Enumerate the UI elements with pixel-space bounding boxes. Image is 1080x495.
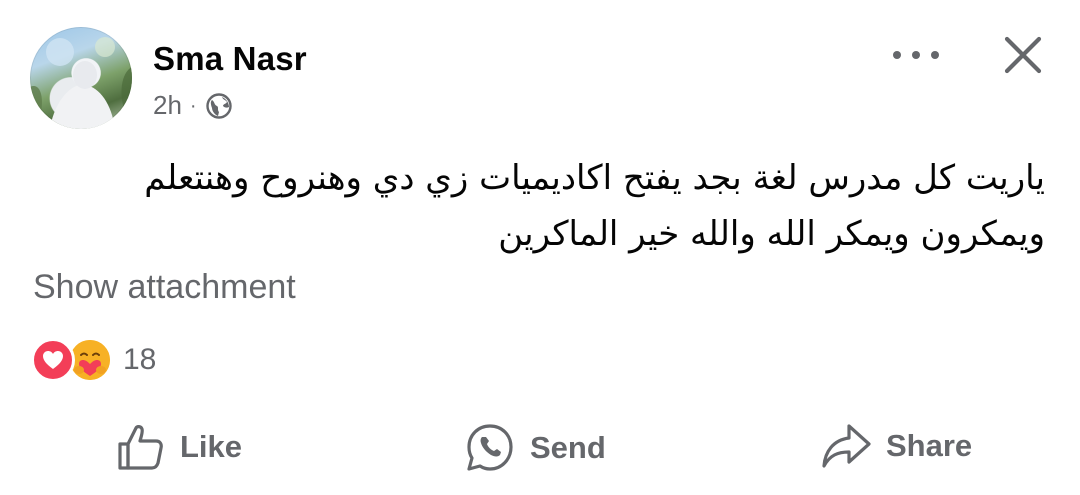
reactions-summary[interactable]: 18 [31, 337, 156, 383]
thumbs-up-icon [118, 425, 163, 470]
post-text: ياريت كل مدرس لغة بجد يفتح اكاديميات زي … [55, 150, 1045, 262]
author-name[interactable]: Sma Nasr [153, 40, 307, 78]
whatsapp-icon [467, 424, 513, 471]
show-attachment-link[interactable]: Show attachment [33, 268, 296, 307]
post-meta: 2h · [153, 90, 233, 121]
send-label: Send [530, 430, 606, 465]
share-button[interactable]: Share [820, 422, 972, 470]
post-text-line: ياريت كل مدرس لغة بجد يفتح اكاديميات زي … [144, 158, 1045, 198]
love-reaction-icon [31, 338, 75, 382]
post-time[interactable]: 2h [153, 90, 182, 121]
share-label: Share [886, 428, 973, 463]
close-icon[interactable] [1003, 35, 1043, 75]
send-button[interactable]: Send [464, 422, 606, 474]
globe-icon[interactable] [205, 92, 233, 120]
action-bar: Like Send Share [0, 410, 1080, 490]
facebook-post: Sma Nasr 2h · ياريت كل مدرس لغة بجد يفتح… [0, 0, 1080, 495]
author-avatar[interactable] [30, 27, 132, 129]
like-label: Like [180, 429, 243, 464]
share-arrow-icon [822, 424, 871, 468]
meta-separator: · [189, 94, 197, 117]
more-horizontal-icon[interactable] [893, 43, 939, 67]
post-text-line: ويمكرون ويمكر الله والله خير الماكرين [498, 214, 1045, 254]
like-button[interactable]: Like [116, 422, 242, 472]
reaction-count: 18 [123, 343, 157, 376]
